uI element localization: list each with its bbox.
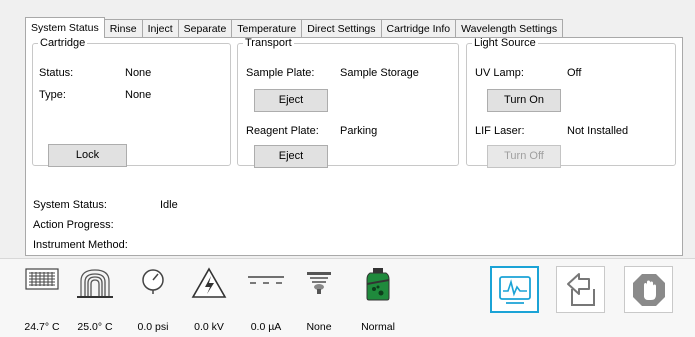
reagent-plate-label: Reagent Plate: [246, 125, 319, 137]
cartridge-status-value: None [125, 67, 152, 79]
light-source-group: Light Source UV Lamp: Off Turn On LIF La… [466, 37, 676, 168]
tab-system-status[interactable]: System Status [25, 17, 105, 38]
lamp-value: None [306, 321, 332, 333]
arrow-into-box-icon [566, 272, 595, 306]
reagent-value: Normal [361, 321, 395, 333]
current-icon [248, 276, 284, 284]
reagent-plate-value: Parking [340, 125, 378, 137]
status-bar: 24.7° C 25.0° C 0.0 psi 0.0 kV 0.0 µA No… [0, 258, 695, 337]
tab-rinse[interactable]: Rinse [104, 19, 143, 38]
lif-laser-label: LIF Laser: [475, 125, 525, 137]
sample-temperature-indicator: 25.0° C [65, 267, 125, 333]
lock-button[interactable]: Lock [48, 144, 127, 167]
tab-direct-settings[interactable]: Direct Settings [302, 19, 382, 38]
sample-temperature-value: 25.0° C [77, 321, 113, 333]
voltage-indicator: 0.0 kV [179, 267, 239, 333]
cartridge-status-label: Status: [39, 67, 74, 79]
sample-plate-value: Sample Storage [340, 67, 419, 79]
uv-lamp-label: UV Lamp: [475, 67, 524, 79]
reagent-plate-eject-button[interactable]: Eject [254, 145, 328, 168]
tab-wavelength-settings[interactable]: Wavelength Settings [456, 19, 564, 38]
tab-cartridge-info[interactable]: Cartridge Info [381, 19, 457, 38]
sample-temperature-icon [77, 269, 113, 298]
reagent-bottle-icon [366, 268, 390, 301]
tab-separate[interactable]: Separate [178, 19, 233, 38]
instrument-method-label: Instrument Method: [33, 239, 128, 251]
cartridge-type-value: None [125, 89, 152, 101]
load-method-button[interactable] [556, 266, 605, 313]
voltage-value: 0.0 kV [194, 321, 224, 333]
lamp-indicator: None [289, 267, 349, 333]
system-status-label: System Status: [33, 199, 107, 211]
tab-inject[interactable]: Inject [142, 19, 179, 38]
current-value: 0.0 µA [250, 321, 282, 333]
cartridge-temperature-indicator: 24.7° C [12, 267, 72, 333]
lif-laser-turn-off-button[interactable]: Turn Off [487, 145, 561, 168]
pressure-value: 0.0 psi [137, 321, 169, 333]
monitor-button[interactable] [490, 266, 539, 313]
light-source-group-title: Light Source [474, 37, 536, 49]
lamp-icon [307, 272, 331, 294]
pressure-indicator: 0.0 psi [123, 267, 183, 333]
tab-bar: System Status Rinse Inject Separate Temp… [25, 17, 564, 38]
cartridge-temperature-icon [25, 268, 59, 290]
stop-hand-icon [632, 273, 665, 306]
cartridge-temperature-value: 24.7° C [24, 321, 60, 333]
uv-lamp-value: Off [567, 67, 582, 79]
system-status-value: Idle [160, 199, 178, 211]
system-status-panel: Cartridge Status: None Type: None Lock T… [25, 37, 683, 256]
title-strip [0, 0, 695, 14]
cartridge-type-label: Type: [39, 89, 66, 101]
sample-plate-eject-button[interactable]: Eject [254, 89, 328, 112]
uv-lamp-turn-on-button[interactable]: Turn On [487, 89, 561, 112]
sample-plate-label: Sample Plate: [246, 67, 315, 79]
cartridge-group-title: Cartridge [40, 37, 86, 49]
lif-laser-value: Not Installed [567, 125, 629, 137]
transport-group-title: Transport [245, 37, 292, 49]
electropherogram-icon [498, 275, 531, 304]
tab-temperature[interactable]: Temperature [232, 19, 303, 38]
stop-button[interactable] [624, 266, 673, 313]
current-indicator: 0.0 µA [236, 267, 296, 333]
reagent-indicator: Normal [348, 267, 408, 333]
pressure-gauge-icon [142, 269, 164, 294]
transport-group: Transport Sample Plate: Sample Storage E… [237, 37, 459, 168]
cartridge-group: Cartridge Status: None Type: None Lock [32, 37, 231, 167]
high-voltage-icon [191, 267, 227, 298]
action-progress-label: Action Progress: [33, 219, 114, 231]
